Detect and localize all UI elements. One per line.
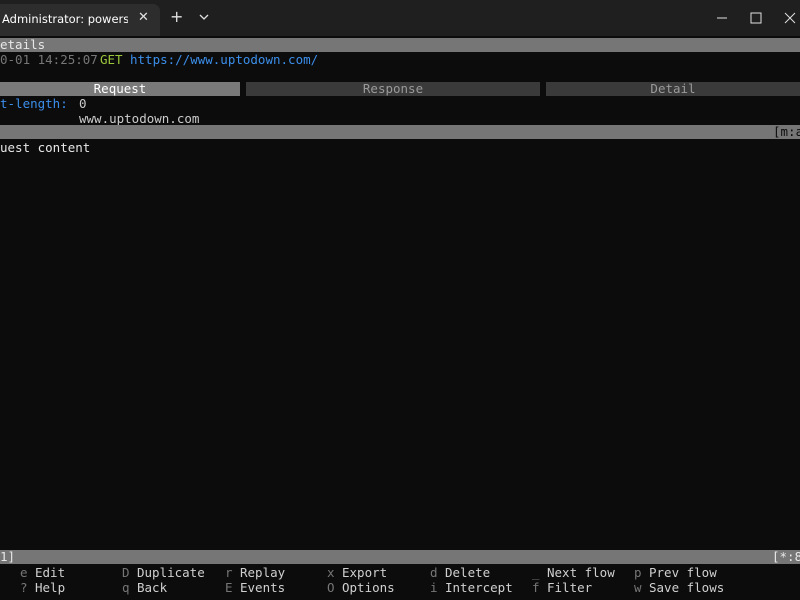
status-left: 1] xyxy=(0,549,16,564)
terminal-tab[interactable]: Administrator: powershell.exe ✕ xyxy=(0,4,160,36)
help-label-events[interactable]: Events xyxy=(240,580,285,595)
tab-request[interactable]: Request xyxy=(0,82,240,96)
header-value-host: www.uptodown.com xyxy=(79,111,200,126)
close-icon[interactable]: ✕ xyxy=(138,10,149,25)
help-label-back[interactable]: Back xyxy=(137,580,167,595)
help-key: x xyxy=(327,565,335,580)
details-header: etails xyxy=(0,37,46,52)
help-key: r xyxy=(225,565,233,580)
status-bar: 1] [*:8 xyxy=(0,550,800,564)
minimize-icon[interactable] xyxy=(714,10,730,26)
flow-timestamp: 0-01 14:25:07 xyxy=(0,52,98,67)
help-label-intercept[interactable]: Intercept xyxy=(445,580,513,595)
help-label-filter[interactable]: Filter xyxy=(547,580,592,595)
help-label-next-flow[interactable]: Next flow xyxy=(547,565,615,580)
help-label-delete[interactable]: Delete xyxy=(445,565,490,580)
help-label-save-flows[interactable]: Save flows xyxy=(649,580,724,595)
flow-method: GET xyxy=(100,52,123,67)
help-label-duplicate[interactable]: Duplicate xyxy=(137,565,205,580)
help-key: f xyxy=(532,580,540,595)
window-close-icon[interactable] xyxy=(782,10,798,26)
plus-icon[interactable]: + xyxy=(170,8,183,26)
maximize-icon[interactable] xyxy=(748,10,764,26)
flow-url: https://www.uptodown.com/ xyxy=(130,52,319,67)
help-label-replay[interactable]: Replay xyxy=(240,565,285,580)
help-key: d xyxy=(430,565,438,580)
help-label-edit[interactable]: Edit xyxy=(35,565,65,580)
content-divider-bar: [m:a xyxy=(0,125,800,139)
view-mode-indicator[interactable]: [m:a xyxy=(773,125,800,139)
help-key: O xyxy=(327,580,335,595)
help-key: q xyxy=(122,580,130,595)
help-label-options[interactable]: Options xyxy=(342,580,395,595)
header-key-content-length: t-length: xyxy=(0,96,68,111)
tab-detail[interactable]: Detail xyxy=(546,82,800,96)
tab-title: Administrator: powershell.exe xyxy=(2,12,128,26)
header-value-content-length: 0 xyxy=(79,96,87,111)
chevron-down-icon[interactable] xyxy=(196,9,212,25)
help-key: _ xyxy=(532,565,540,580)
help-key: p xyxy=(634,565,642,580)
help-key: w xyxy=(634,580,642,595)
help-key: e xyxy=(20,565,28,580)
help-key: D xyxy=(122,565,130,580)
view-mode-text: [m:a xyxy=(773,124,800,139)
request-content: uest content xyxy=(0,140,91,155)
help-key: E xyxy=(225,580,233,595)
tab-response[interactable]: Response xyxy=(246,82,540,96)
status-right: [*:8 xyxy=(772,549,800,564)
help-key: ? xyxy=(20,580,28,595)
help-label-help[interactable]: Help xyxy=(35,580,65,595)
title-bar: Administrator: powershell.exe ✕ + xyxy=(0,0,800,36)
details-header-bar: etails xyxy=(0,38,800,52)
help-key: i xyxy=(430,580,438,595)
help-label-export[interactable]: Export xyxy=(342,565,387,580)
help-label-prev-flow[interactable]: Prev flow xyxy=(649,565,717,580)
